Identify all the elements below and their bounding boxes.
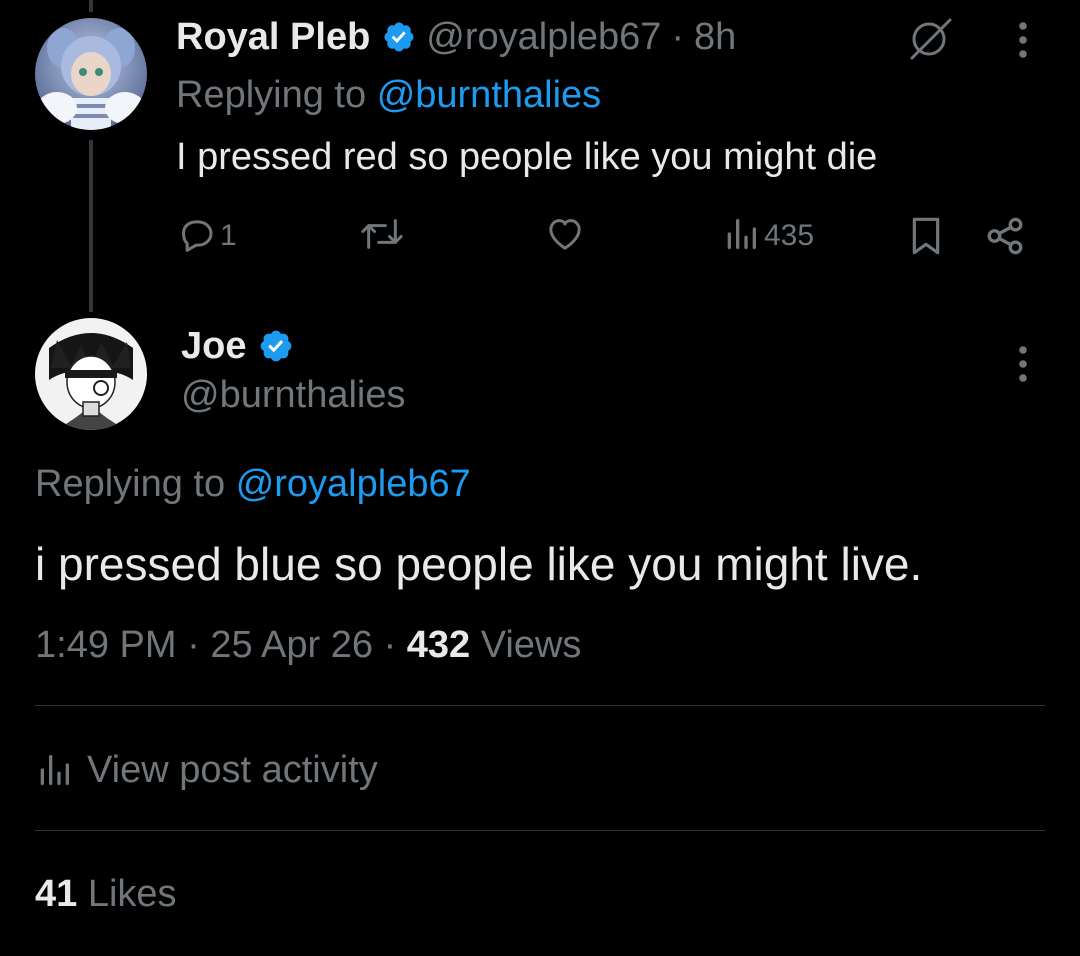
retweet-icon: [358, 214, 406, 259]
more-icon[interactable]: [1008, 342, 1038, 386]
handle[interactable]: @burnthalies: [181, 374, 405, 417]
view-post-activity-link[interactable]: View post activity: [35, 745, 378, 795]
avatar-royal-pleb[interactable]: [35, 18, 147, 130]
views-icon: [722, 214, 760, 259]
grok-slash-icon[interactable]: [904, 14, 954, 64]
like-icon: [544, 214, 586, 259]
avatar-joe[interactable]: [35, 318, 147, 430]
reply-count: 1: [220, 219, 237, 252]
bookmark-icon[interactable]: [906, 214, 946, 258]
more-icon[interactable]: [1008, 18, 1038, 62]
replying-prefix: Replying to: [35, 463, 226, 505]
likes-summary[interactable]: 41 Likes: [35, 873, 177, 916]
replying-to-line: Replying to @burnthalies: [176, 74, 601, 117]
tweet-text: i pressed blue so people like you might …: [35, 538, 923, 590]
views-button[interactable]: 435: [722, 214, 814, 258]
thread-line: [89, 140, 93, 312]
replying-to-link[interactable]: @burnthalies: [377, 74, 601, 116]
reply-text: I pressed red so people like you might d…: [176, 136, 878, 178]
verified-badge-icon: [258, 328, 294, 364]
replying-to-link[interactable]: @royalpleb67: [236, 463, 471, 505]
activity-label: View post activity: [87, 748, 378, 791]
reply-button[interactable]: 1: [176, 214, 237, 258]
retweet-button[interactable]: [358, 214, 406, 258]
likes-label: Likes: [87, 873, 177, 915]
views-count: 432: [406, 624, 471, 666]
likes-count: 41: [35, 873, 78, 915]
replying-to-line: Replying to @royalpleb67: [35, 463, 471, 506]
separator: ·: [671, 15, 685, 58]
display-name[interactable]: Royal Pleb: [176, 16, 370, 59]
divider: [35, 830, 1045, 831]
tweet-meta: 1:49 PM · 25 Apr 26 · 432 Views: [35, 624, 581, 667]
main-header-name: Joe: [181, 322, 294, 370]
divider: [35, 705, 1045, 706]
activity-icon: [35, 750, 73, 790]
views-label: Views: [480, 624, 582, 666]
reply-header: Royal Pleb @royalpleb67 · 8h: [176, 14, 736, 60]
reply-icon: [176, 214, 216, 259]
separator: ·: [187, 624, 200, 666]
time-ago[interactable]: 8h: [694, 16, 736, 59]
handle[interactable]: @royalpleb67: [426, 16, 661, 59]
tweet-time[interactable]: 1:49 PM: [35, 624, 177, 666]
display-name[interactable]: Joe: [181, 325, 246, 368]
share-icon[interactable]: [984, 214, 1026, 258]
replying-prefix: Replying to: [176, 74, 367, 116]
thread-line-top: [89, 0, 93, 12]
views-count: 435: [764, 219, 815, 252]
tweet-date[interactable]: 25 Apr 26: [210, 624, 373, 666]
separator: ·: [383, 624, 397, 666]
verified-badge-icon: [382, 20, 416, 54]
like-button[interactable]: [544, 214, 586, 258]
